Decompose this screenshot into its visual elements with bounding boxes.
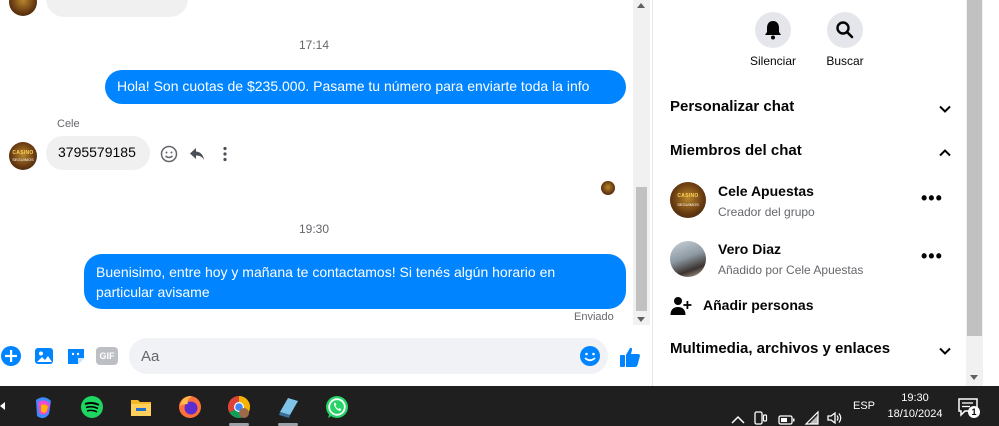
show-hidden-icons-icon[interactable] <box>731 400 745 426</box>
language-indicator[interactable]: ESP <box>853 400 875 426</box>
message-input[interactable] <box>129 338 608 374</box>
scroll-thumb[interactable] <box>636 187 647 311</box>
member-role: Añadido por Cele Apuestas <box>718 263 864 277</box>
member-role: Creador del grupo <box>718 205 815 219</box>
whatsapp-icon[interactable] <box>317 392 357 426</box>
media-files-links-row[interactable]: Multimedia, archivos y enlaces <box>670 340 952 364</box>
chat-info-panel: Silenciar Buscar Personalizar chat Miemb… <box>652 0 999 386</box>
timestamp: 17:14 <box>298 38 330 52</box>
scroll-thumb[interactable] <box>967 0 982 336</box>
wifi-icon[interactable] <box>804 398 820 426</box>
member-avatar[interactable]: CASINO SEGUIMOS <box>670 182 706 218</box>
chevron-up-icon <box>939 149 951 157</box>
composer: GIF <box>0 334 650 378</box>
message-text: Buenisimo, entre hoy y mañana te contact… <box>96 264 556 300</box>
mute-button[interactable] <box>755 12 791 48</box>
member-name[interactable]: Vero Diaz <box>718 241 781 257</box>
chat-scrollbar[interactable] <box>633 0 650 325</box>
add-people-row[interactable]: Añadir personas <box>670 294 950 318</box>
emoji-icon[interactable] <box>579 345 601 367</box>
bell-icon <box>765 21 781 40</box>
member-name[interactable]: Cele Apuestas <box>718 183 814 199</box>
taskbar-left-arrow-icon <box>0 402 5 410</box>
customize-chat-label: Personalizar chat <box>670 98 795 115</box>
sticker-icon[interactable] <box>65 345 87 367</box>
chrome-icon[interactable] <box>219 392 259 426</box>
media-files-links-label: Multimedia, archivos y enlaces <box>670 340 891 357</box>
clock-time: 19:30 <box>901 392 929 404</box>
sender-avatar[interactable]: CASINO SEGUIMOS <box>9 142 37 170</box>
search-icon <box>836 21 854 39</box>
message-bubble-outgoing[interactable]: Buenisimo, entre hoy y mañana te contact… <box>84 254 626 309</box>
member-avatar[interactable] <box>670 241 706 277</box>
message-bubble-incoming[interactable]: 3795579185 <box>46 136 150 170</box>
chevron-down-icon <box>939 105 951 113</box>
chat-pane: 17:14 Hola! Son cuotas de $235.000. Pasa… <box>0 0 652 386</box>
timestamp: 19:30 <box>298 222 330 236</box>
phone-link-icon[interactable] <box>754 398 768 426</box>
clock-date: 18/10/2024 <box>887 408 943 420</box>
volume-icon[interactable] <box>826 398 844 426</box>
search-label: Buscar <box>826 54 864 68</box>
member-options-button[interactable]: ••• <box>921 188 943 209</box>
file-explorer-icon[interactable] <box>121 392 161 426</box>
search-button[interactable] <box>827 12 863 48</box>
sender-avatar[interactable] <box>9 0 37 16</box>
scroll-up-icon[interactable] <box>637 3 645 8</box>
add-person-icon <box>670 297 692 315</box>
panel-scrollbar[interactable] <box>966 0 983 386</box>
reply-icon[interactable] <box>188 145 206 163</box>
chat-members-row[interactable]: Miembros del chat <box>670 142 952 166</box>
chevron-down-icon <box>939 347 951 355</box>
smiley-react-icon[interactable] <box>160 145 178 163</box>
seen-avatar <box>601 181 615 195</box>
member-options-button[interactable]: ••• <box>921 246 943 267</box>
gif-icon[interactable]: GIF <box>96 347 118 365</box>
message-bubble-outgoing[interactable]: Hola! Son cuotas de $235.000. Pasame tu … <box>105 70 626 104</box>
chat-members-label: Miembros del chat <box>670 142 802 159</box>
scroll-down-icon[interactable] <box>637 317 645 322</box>
notifications-button[interactable]: 1 <box>955 395 981 419</box>
scroll-down-icon[interactable] <box>970 375 978 380</box>
message-status: Enviado <box>574 311 614 323</box>
mute-label: Silenciar <box>749 54 797 68</box>
spotify-icon[interactable] <box>72 392 112 426</box>
taskbar: ESP 19:30 18/10/2024 1 <box>0 386 999 426</box>
like-icon[interactable] <box>618 345 642 369</box>
message-text: Hola! Son cuotas de $235.000. Pasame tu … <box>117 78 590 94</box>
add-icon[interactable] <box>0 345 22 367</box>
add-people-label: Añadir personas <box>703 297 814 313</box>
message-text: 3795579185 <box>58 144 136 160</box>
image-icon[interactable] <box>33 345 55 367</box>
sender-name: Cele <box>57 118 80 130</box>
battery-icon[interactable] <box>778 400 796 426</box>
copilot-icon[interactable] <box>24 392 64 426</box>
notepad-icon[interactable] <box>268 392 308 426</box>
notification-badge: 1 <box>968 406 980 418</box>
customize-chat-row[interactable]: Personalizar chat <box>670 98 952 122</box>
clock[interactable]: 19:30 18/10/2024 <box>880 390 950 422</box>
message-bubble-partial <box>46 0 188 17</box>
firefox-icon[interactable] <box>170 392 210 426</box>
more-vertical-icon[interactable] <box>216 145 234 163</box>
